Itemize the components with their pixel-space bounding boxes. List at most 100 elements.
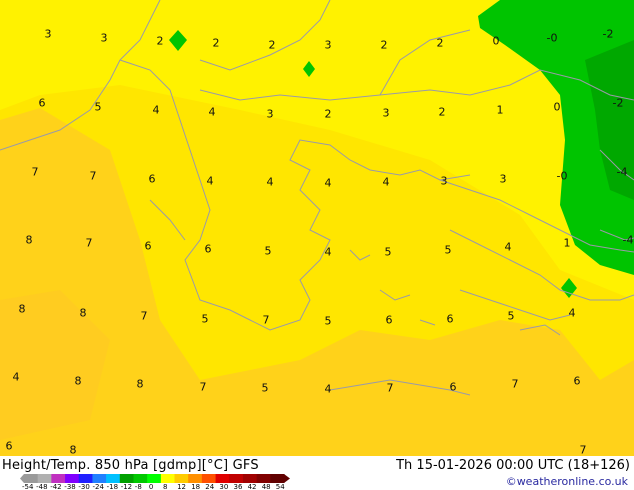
- temperature-label: 3: [44, 27, 52, 41]
- color-scale-tick-label: 48: [261, 483, 271, 490]
- color-scale-tick-label: -8: [134, 483, 142, 490]
- temperature-label: 0: [492, 34, 500, 48]
- temperature-label: 6: [573, 374, 581, 388]
- temperature-label: 3: [266, 107, 274, 121]
- temperature-label: 5: [324, 314, 332, 328]
- color-scale-tick-label: 12: [177, 483, 187, 490]
- temperature-label: 2: [156, 34, 164, 48]
- temperature-label: 6: [385, 313, 393, 327]
- color-scale-tick-label: -24: [92, 483, 104, 490]
- temperature-label: 4: [504, 240, 512, 254]
- temperature-label: 6: [449, 380, 457, 394]
- temperature-label: -0: [546, 31, 558, 45]
- temperature-label: 8: [69, 443, 77, 457]
- map-title: Height/Temp. 850 hPa [gdmp][°C] GFS: [2, 458, 259, 473]
- color-scale-tick-label: 42: [247, 483, 257, 490]
- color-scale-swatch: [147, 474, 162, 483]
- temperature-label: 4: [266, 175, 274, 189]
- temperature-label: 3: [499, 172, 507, 186]
- temperature-label: 7: [199, 380, 207, 394]
- temperature-label: -4: [616, 165, 628, 179]
- temperature-label: 5: [261, 381, 269, 395]
- temperature-label: 1: [563, 236, 571, 250]
- color-scale-swatch: [78, 474, 93, 483]
- temperature-label: 8: [79, 306, 87, 320]
- credit-link[interactable]: ©weatheronline.co.uk: [506, 475, 628, 488]
- temperature-label: 4: [206, 174, 214, 188]
- color-scale-swatch: [133, 474, 148, 483]
- temperature-label: 6: [204, 242, 212, 256]
- temperature-label: 7: [511, 377, 519, 391]
- color-scale-arrow-right: [284, 474, 290, 483]
- color-scale-tick-label: 54: [275, 483, 285, 490]
- color-scale-swatch: [215, 474, 230, 483]
- temperature-label: 3: [324, 38, 332, 52]
- color-scale-swatch: [188, 474, 203, 483]
- color-scale-swatch: [92, 474, 107, 483]
- temperature-label: 2: [212, 36, 220, 50]
- temperature-label: 6: [148, 172, 156, 186]
- valid-time: Th 15-01-2026 00:00 UTC (18+126): [396, 458, 630, 473]
- temperature-label: 4: [12, 370, 20, 384]
- color-scale-tick-label: 24: [205, 483, 215, 490]
- color-scale-swatch: [201, 474, 217, 483]
- color-scale-tick-label: 36: [233, 483, 243, 490]
- temperature-label: 4: [324, 176, 332, 190]
- temperature-label: 2: [438, 105, 446, 119]
- color-scale-swatch: [229, 474, 244, 483]
- temperature-label: 3: [100, 31, 108, 45]
- map-canvas: [0, 0, 634, 456]
- color-scale-tick-label: 30: [219, 483, 229, 490]
- temperature-label: 5: [507, 309, 515, 323]
- temperature-label: 4: [382, 175, 390, 189]
- color-scale-swatch: [174, 474, 189, 483]
- map-area: [0, 0, 634, 456]
- temperature-label: 2: [380, 38, 388, 52]
- temperature-label: -2: [612, 96, 624, 110]
- color-scale-swatch: [37, 474, 52, 483]
- color-scale-tick-label: -48: [36, 483, 48, 490]
- temperature-label: 7: [85, 236, 93, 250]
- temperature-label: 6: [446, 312, 454, 326]
- temperature-label: -4: [622, 233, 634, 247]
- color-scale-tick-label: -38: [64, 483, 76, 490]
- temperature-label: 6: [5, 439, 13, 453]
- temperature-label: 8: [25, 233, 33, 247]
- color-scale-arrow-left: [20, 474, 24, 483]
- temperature-label: 7: [31, 165, 39, 179]
- temperature-label: 6: [144, 239, 152, 253]
- temperature-label: 4: [208, 105, 216, 119]
- temperature-label: -0: [556, 169, 568, 183]
- temperature-label: 5: [444, 243, 452, 257]
- temperature-label: 0: [553, 100, 561, 114]
- temperature-label: -2: [602, 27, 614, 41]
- color-scale-tick-label: 18: [191, 483, 201, 490]
- color-scale-swatch: [242, 474, 258, 483]
- temperature-label: 4: [568, 306, 576, 320]
- temperature-label: 3: [440, 174, 448, 188]
- temperature-label: 3: [382, 106, 390, 120]
- color-scale-tick-label: -54: [22, 483, 34, 490]
- color-scale-swatch: [51, 474, 66, 483]
- temperature-label: 6: [38, 96, 46, 110]
- temperature-label: 2: [268, 38, 276, 52]
- temperature-label: 7: [262, 313, 270, 327]
- temperature-label: 5: [201, 312, 209, 326]
- color-scale-swatch: [24, 474, 39, 483]
- temperature-label: 4: [324, 382, 332, 396]
- color-scale-swatch: [106, 474, 121, 483]
- color-scale-ticks: -54 -48 -42 -38 -30 -24 -18 -12 -8 0 8 12 18 24 30 36 42…: [22, 483, 302, 490]
- temperature-label: 4: [324, 245, 332, 259]
- temperature-label: 5: [384, 245, 392, 259]
- temperature-label: 8: [74, 374, 82, 388]
- color-scale-tick-label: -42: [50, 483, 62, 490]
- color-scale-swatch: [270, 474, 285, 483]
- temperature-label: 7: [89, 169, 97, 183]
- color-scale-tick-label: -18: [106, 483, 119, 490]
- temperature-label: 5: [94, 100, 102, 114]
- temperature-label: 2: [324, 107, 332, 121]
- temperature-label: 7: [579, 443, 587, 457]
- temperature-label: 8: [18, 302, 26, 316]
- color-scale-tick-label: -12: [120, 483, 133, 490]
- color-scale-tick-label: -30: [78, 483, 90, 490]
